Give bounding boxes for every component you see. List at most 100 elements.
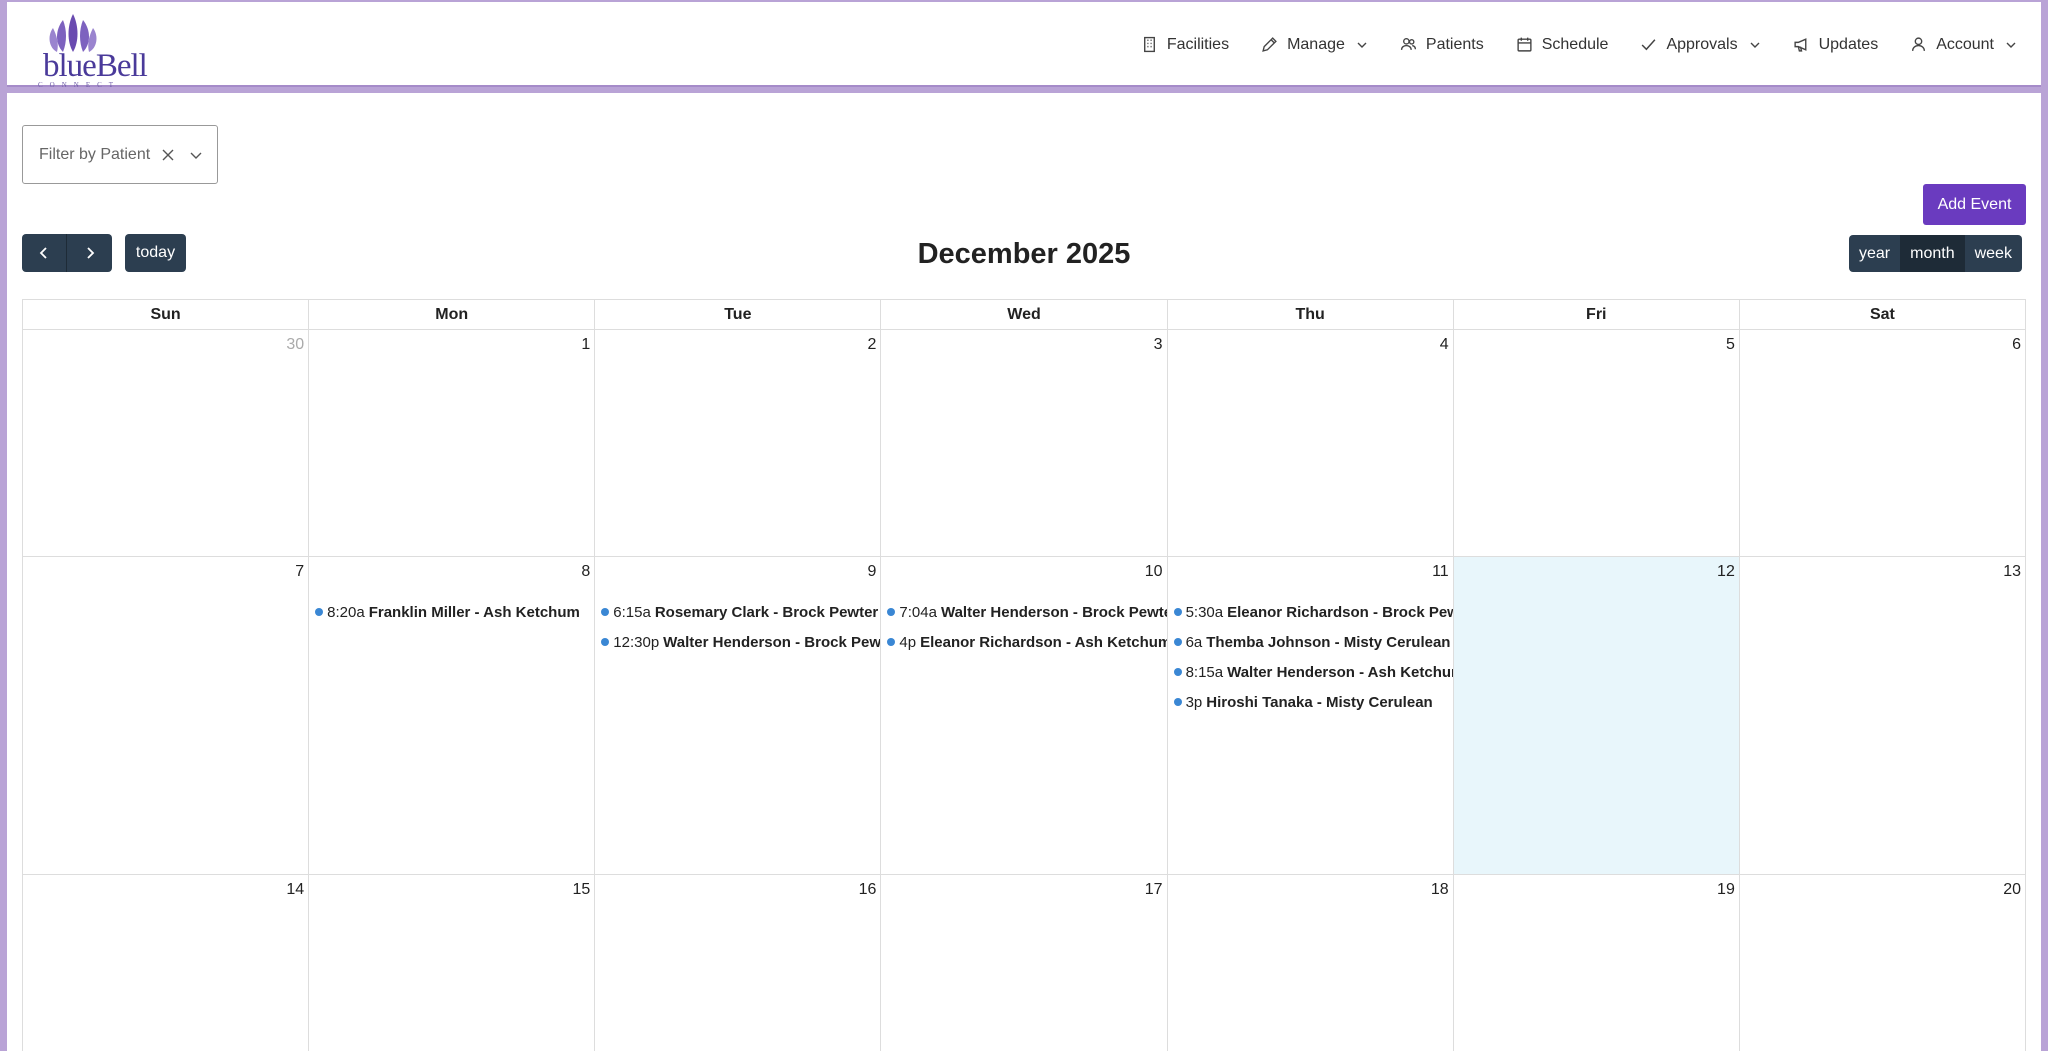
today-button[interactable]: today xyxy=(125,234,186,272)
event-time: 8:15a xyxy=(1185,663,1224,681)
calendar-day-cell[interactable]: 18 xyxy=(1168,875,1454,1051)
calendar-event[interactable]: 4p Eleanor Richardson - Ash Ketchum xyxy=(887,627,1167,657)
calendar-event[interactable]: 6:15a Rosemary Clark - Brock Pewter xyxy=(601,597,880,627)
nav-patients[interactable]: Patients xyxy=(1384,25,1500,65)
event-time: 6a xyxy=(1185,633,1203,651)
day-of-week-header-cell: Sat xyxy=(1739,300,2026,330)
nav-updates[interactable]: Updates xyxy=(1777,25,1895,65)
nav-manage[interactable]: Manage xyxy=(1245,25,1384,65)
day-number[interactable]: 1 xyxy=(581,336,590,354)
day-number[interactable]: 6 xyxy=(2012,336,2021,354)
event-dot-icon xyxy=(315,608,324,616)
event-time: 4p xyxy=(899,633,917,651)
nav-label: Approvals xyxy=(1666,35,1738,53)
day-number[interactable]: 10 xyxy=(1145,563,1163,581)
calendar-icon xyxy=(1517,37,1532,52)
day-number[interactable]: 18 xyxy=(1431,881,1449,899)
calendar-day-cell[interactable]: 30 xyxy=(23,330,310,557)
add-event-button[interactable]: Add Event xyxy=(1923,184,2026,225)
day-of-week-header-cell: Fri xyxy=(1453,300,1740,330)
day-events: 6:15a Rosemary Clark - Brock Pewter 12:30p… xyxy=(601,597,880,657)
calendar-day-cell[interactable]: 9 6:15a Rosemary Clark - Brock Pewter 12:30… xyxy=(595,557,882,875)
logo-subtext: CONNECT xyxy=(38,81,121,89)
calendar-day-cell[interactable]: 13 xyxy=(1739,557,2026,875)
day-number[interactable]: 15 xyxy=(572,881,590,899)
patient-filter-select[interactable]: Filter by Patient xyxy=(22,125,218,184)
calendar-day-cell[interactable]: 8 8:20a Franklin Miller - Ash Ketchum xyxy=(309,557,596,875)
day-number[interactable]: 9 xyxy=(868,563,877,581)
calendar-day-cell[interactable]: 11 5:30aEleanor Richardson - Brock Pewter… xyxy=(1167,557,1454,875)
nav-schedule[interactable]: Schedule xyxy=(1500,25,1625,65)
calendar-week-row: 14 15 16 17 18 19 20 xyxy=(23,875,2026,1051)
chevron-down-icon xyxy=(1750,42,1760,48)
day-number[interactable]: 4 xyxy=(1440,336,1449,354)
calendar-day-cell[interactable]: 6 xyxy=(1739,330,2026,557)
day-of-week-header-cell: Wed xyxy=(881,300,1168,330)
nav-label: Schedule xyxy=(1541,35,1609,53)
view-month-button[interactable]: month xyxy=(1900,235,1965,272)
calendar-week-row: 30 1 2 3 4 5 6 xyxy=(23,330,2026,557)
calendar-day-cell[interactable]: 7 xyxy=(23,557,310,875)
prev-button[interactable] xyxy=(22,234,67,272)
calendar-day-cell[interactable]: 5 xyxy=(1453,330,1740,557)
day-number[interactable]: 12 xyxy=(1717,563,1735,581)
bluebell-logo[interactable]: blueBell CONNECT xyxy=(23,8,148,89)
calendar-event[interactable]: 5:30aEleanor Richardson - Brock Pewter xyxy=(1173,597,1453,627)
calendar-event[interactable]: 3p Hiroshi Tanaka - Misty Cerulean xyxy=(1173,687,1453,717)
event-title: Eleanor Richardson - Ash Ketchum xyxy=(920,633,1167,651)
day-number[interactable]: 11 xyxy=(1432,563,1449,581)
top-header: blueBell CONNECT Facilities Manage Patie… xyxy=(7,2,2041,89)
calendar-day-cell[interactable]: 10 7:04a Walter Henderson - Brock Pewter 4p… xyxy=(881,557,1168,875)
calendar-day-cell[interactable]: 3 xyxy=(881,330,1168,557)
day-number[interactable]: 5 xyxy=(1726,336,1735,354)
day-number[interactable]: 2 xyxy=(868,336,877,354)
nav-label: Manage xyxy=(1287,35,1345,53)
day-number[interactable]: 20 xyxy=(2003,881,2021,899)
day-events: 8:20a Franklin Miller - Ash Ketchum xyxy=(315,597,594,627)
chevron-left-icon xyxy=(39,247,47,259)
day-number[interactable]: 30 xyxy=(286,336,304,354)
day-of-week-header-cell: Sun xyxy=(23,300,310,330)
day-number[interactable]: 8 xyxy=(581,563,590,581)
today-group: today xyxy=(125,234,186,272)
nav-approvals[interactable]: Approvals xyxy=(1624,25,1776,65)
calendar-day-cell[interactable]: 16 xyxy=(595,875,882,1051)
event-dot-icon xyxy=(1173,698,1182,706)
chevron-down-icon[interactable] xyxy=(189,148,203,162)
day-number[interactable]: 16 xyxy=(859,881,877,899)
prev-next-group xyxy=(22,234,112,272)
calendar-day-cell[interactable]: 4 xyxy=(1167,330,1454,557)
calendar-day-cell[interactable]: 2 xyxy=(595,330,882,557)
calendar-day-cell[interactable]: 12 xyxy=(1453,557,1740,875)
calendar-day-cell[interactable]: 17 xyxy=(881,875,1168,1051)
calendar-event[interactable]: 6a Themba Johnson - Misty Cerulean xyxy=(1173,627,1453,657)
view-week-button[interactable]: week xyxy=(1964,235,2022,272)
day-number[interactable]: 7 xyxy=(295,563,304,581)
calendar-event[interactable]: 8:15a Walter Henderson - Ash Ketchum xyxy=(1173,657,1453,687)
view-year-button[interactable]: year xyxy=(1849,235,1901,272)
pencil-icon xyxy=(1262,37,1277,52)
event-title: Themba Johnson - Misty Cerulean xyxy=(1206,633,1451,651)
nav-label: Facilities xyxy=(1166,35,1230,53)
day-number[interactable]: 3 xyxy=(1154,336,1163,354)
event-title: Walter Henderson - Brock Pewter xyxy=(940,603,1167,621)
nav-facilities[interactable]: Facilities xyxy=(1125,25,1245,65)
nav-account[interactable]: Account xyxy=(1894,25,2041,65)
next-button[interactable] xyxy=(67,234,112,272)
calendar-event[interactable]: 12:30p Walter Henderson - Brock Pewter xyxy=(601,627,880,657)
event-dot-icon xyxy=(1173,608,1182,616)
event-time: 12:30p xyxy=(613,633,660,651)
calendar-day-cell[interactable]: 1 xyxy=(309,330,596,557)
calendar-day-cell[interactable]: 14 xyxy=(23,875,310,1051)
day-number[interactable]: 14 xyxy=(286,881,304,899)
day-number[interactable]: 17 xyxy=(1145,881,1163,899)
calendar-day-cell[interactable]: 19 xyxy=(1454,875,1740,1051)
event-time: 5:30a xyxy=(1185,603,1224,621)
calendar-event[interactable]: 7:04a Walter Henderson - Brock Pewter xyxy=(887,597,1167,627)
clear-icon[interactable] xyxy=(161,148,175,162)
calendar-day-cell[interactable]: 20 xyxy=(1740,875,2026,1051)
day-number[interactable]: 19 xyxy=(1717,881,1735,899)
calendar-event[interactable]: 8:20a Franklin Miller - Ash Ketchum xyxy=(315,597,594,627)
day-number[interactable]: 13 xyxy=(2003,563,2021,581)
calendar-day-cell[interactable]: 15 xyxy=(309,875,596,1051)
